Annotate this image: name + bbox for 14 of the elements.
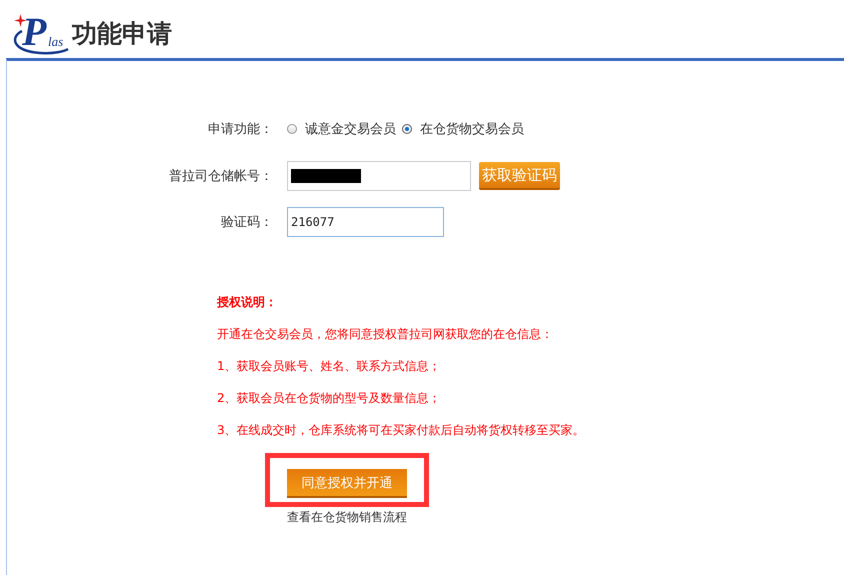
code-field[interactable]: 216077 [287, 207, 444, 237]
notice-title: 授权说明： [217, 294, 278, 311]
field-label: 验证码： [220, 214, 273, 231]
notice-text: 开通在仓交易会员，您将同意授权普拉司网获取您的在仓信息： [217, 326, 554, 343]
notice-text: 3、在线成交时，仓库系统将可在买家付款后自动将货权转移至买家。 [217, 422, 586, 439]
field-label: 普拉司仓储帐号： [168, 168, 273, 185]
logo: Plas [8, 10, 70, 56]
radio-option[interactable]: 诚意金交易会员 [287, 120, 396, 138]
field-label: 申请功能： [207, 121, 273, 138]
radio-option[interactable]: 在仓货物交易会员 [402, 120, 524, 138]
page-title: 功能申请 [72, 18, 172, 50]
notice-text: 1、获取会员账号、姓名、联系方式信息； [217, 358, 442, 375]
flow-link[interactable]: 查看在仓货物销售流程 [287, 509, 407, 526]
notice-text: 2、获取会员在仓货物的型号及数量信息； [217, 390, 442, 407]
